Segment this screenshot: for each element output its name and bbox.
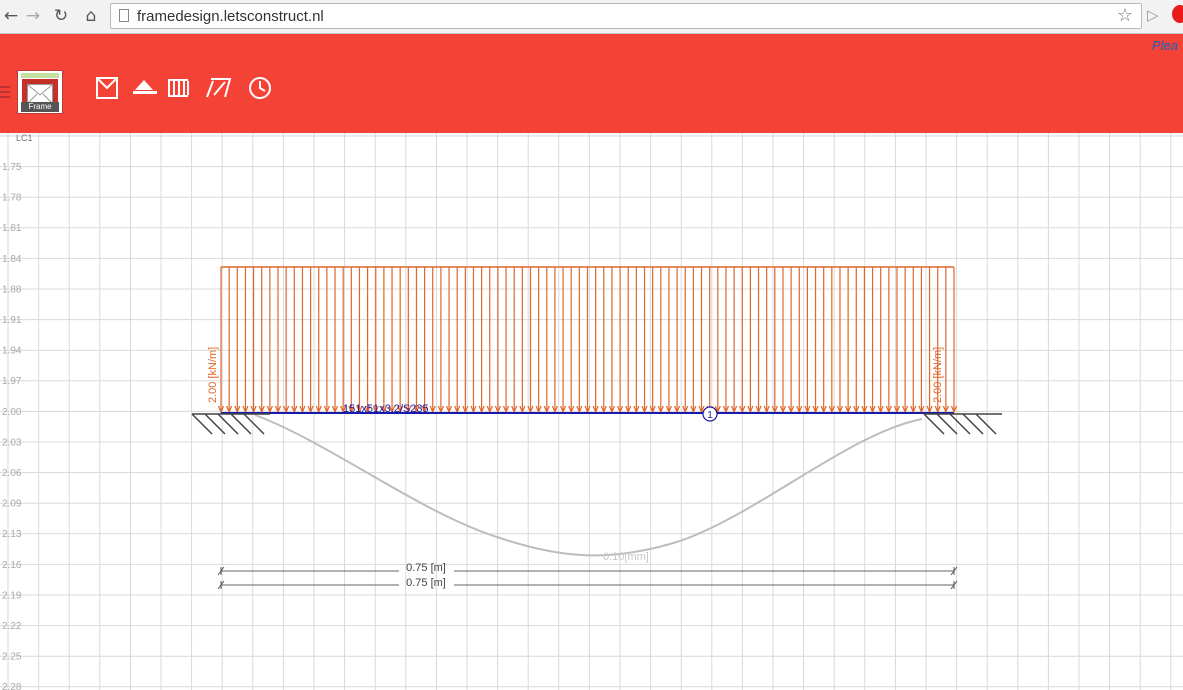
- support-tool[interactable]: [131, 76, 157, 102]
- home-icon[interactable]: ⌂: [80, 5, 102, 27]
- y-scale-label: 2.09: [2, 499, 22, 510]
- y-scale-label: 1.75: [2, 162, 22, 173]
- drawing-canvas[interactable]: LC1 1.75 1.78 1.81 1.84 1.88 1.91 1.94 1.97 2.00…: [0, 133, 1183, 690]
- app-header: Plea Frame: [0, 34, 1183, 133]
- load-left-label: 2.00 [kN/m]: [207, 347, 219, 403]
- menu-icon[interactable]: [0, 86, 10, 100]
- y-scale-label: 1.81: [2, 223, 22, 234]
- star-icon[interactable]: ☆: [1117, 5, 1133, 26]
- y-scale-label: 2.22: [2, 621, 22, 632]
- y-scale-label: 2.00: [2, 407, 22, 418]
- y-scale-label: 2.28: [2, 682, 22, 690]
- canvas-svg[interactable]: LC1 1.75 1.78 1.81 1.84 1.88 1.91 1.94 1.97 2.00…: [0, 133, 1183, 690]
- y-scale-label: 1.91: [2, 315, 22, 326]
- page-icon: [119, 9, 129, 22]
- right-support-hatch: [923, 413, 997, 435]
- back-icon[interactable]: ←: [0, 5, 22, 27]
- right-support[interactable]: [923, 413, 1002, 435]
- url-text[interactable]: framedesign.letsconstruct.nl: [137, 8, 324, 25]
- node-1[interactable]: 1: [702, 406, 718, 422]
- y-scale-label: 1.78: [2, 193, 22, 204]
- distributed-load-icon: [168, 79, 189, 97]
- logo-inner: [27, 84, 53, 104]
- forward-icon[interactable]: →: [22, 5, 44, 27]
- section-tool[interactable]: [205, 76, 232, 102]
- envelope-icon: [27, 84, 53, 104]
- grid: [0, 133, 1183, 690]
- y-scale-label: 1.97: [2, 376, 22, 387]
- address-bar[interactable]: framedesign.letsconstruct.nl ☆: [110, 3, 1142, 29]
- y-scale-label: 1.88: [2, 284, 22, 295]
- load-tool[interactable]: [166, 76, 192, 102]
- load-right-label: 2.00 [kN/m]: [932, 347, 944, 403]
- section-icon: [206, 78, 232, 98]
- app-logo[interactable]: Frame: [17, 70, 63, 114]
- logo-roof: [21, 73, 59, 78]
- y-scale-label: 2.19: [2, 590, 22, 601]
- dimension-1-label: 0.75 [m]: [406, 562, 446, 574]
- y-scale-label: 2.03: [2, 437, 22, 448]
- load-case-label: LC1: [16, 133, 33, 143]
- history-tool[interactable]: [248, 76, 274, 102]
- logo-label: Frame: [21, 102, 59, 112]
- y-scale-label: 1.84: [2, 254, 22, 265]
- y-scale-label: 2.13: [2, 529, 22, 540]
- dimension-line-2: 0.75 [m]: [217, 577, 958, 590]
- y-scale-label: 2.16: [2, 560, 22, 571]
- deflection-curve: [254, 414, 923, 557]
- node-label: 1: [707, 410, 713, 421]
- support-icon: [133, 80, 157, 94]
- frame-tool[interactable]: [95, 76, 121, 102]
- dimension-2-label: 0.75 [m]: [406, 577, 446, 589]
- y-scale: 1.75 1.78 1.81 1.84 1.88 1.91 1.94 1.97 2.00 2.03…: [2, 162, 22, 690]
- y-scale-label: 2.25: [2, 652, 22, 663]
- beam-section-label: 151x51x3.2/S235: [343, 403, 429, 415]
- browser-toolbar: ← → ↻ ⌂ framedesign.letsconstruct.nl ☆ ▷: [0, 0, 1183, 34]
- frame-icon: [96, 77, 118, 99]
- extension-icon[interactable]: ▷: [1147, 6, 1159, 24]
- clock-icon: [249, 77, 271, 99]
- opera-extension-icon[interactable]: [1172, 5, 1183, 23]
- y-scale-label: 1.94: [2, 346, 22, 357]
- deflection-label: 0.10[mm]: [603, 551, 649, 563]
- header-edge-text: Plea: [1152, 38, 1179, 53]
- y-scale-label: 2.06: [2, 468, 22, 479]
- reload-icon[interactable]: ↻: [50, 5, 72, 27]
